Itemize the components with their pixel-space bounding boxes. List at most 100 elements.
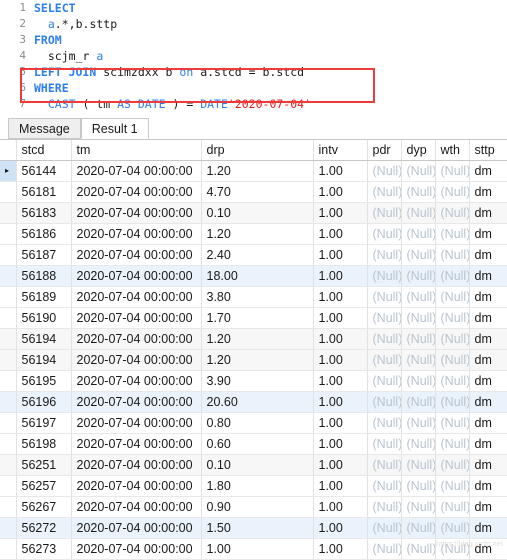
cell-stcd[interactable]: 56272 (16, 517, 72, 539)
cell-wth[interactable]: (Null) (435, 349, 470, 371)
cell-drp[interactable]: 4.70 (201, 181, 314, 203)
code-line-2[interactable]: 2 a.*,b.sttp (0, 16, 507, 32)
cell-stcd[interactable]: 56187 (16, 244, 72, 266)
row-current-marker[interactable] (0, 433, 17, 455)
tab-message[interactable]: Message (8, 118, 81, 139)
cell-tm[interactable]: 2020-07-04 00:00:00 (71, 286, 202, 308)
cell-pdr[interactable]: (Null) (367, 286, 402, 308)
cell-stcd[interactable]: 56181 (16, 181, 72, 203)
row-current-marker[interactable] (0, 244, 17, 266)
code-line-7[interactable]: 7 CAST ( tm AS DATE ) = DATE'2020-07-04' (0, 96, 507, 112)
cell-sttp[interactable]: dm (469, 223, 507, 245)
cell-wth[interactable]: (Null) (435, 244, 470, 266)
cell-pdr[interactable]: (Null) (367, 370, 402, 392)
cell-dyp[interactable]: (Null) (401, 202, 436, 224)
cell-stcd[interactable]: 56196 (16, 391, 72, 413)
row-current-marker[interactable] (0, 286, 17, 308)
cell-intv[interactable]: 1.00 (313, 328, 368, 350)
cell-tm[interactable]: 2020-07-04 00:00:00 (71, 517, 202, 539)
cell-stcd[interactable]: 56195 (16, 370, 72, 392)
column-header-tm[interactable]: tm (71, 140, 202, 161)
result-grid[interactable]: stcd tm drp intv pdr dyp wth sttp ▸ 56144… (0, 140, 507, 560)
cell-drp[interactable]: 0.60 (201, 433, 314, 455)
column-header-intv[interactable]: intv (313, 140, 368, 161)
cell-sttp[interactable]: dm (469, 328, 507, 350)
cell-pdr[interactable]: (Null) (367, 517, 402, 539)
cell-tm[interactable]: 2020-07-04 00:00:00 (71, 370, 202, 392)
code-line-3[interactable]: 3 FROM (0, 32, 507, 48)
table-row[interactable]: 56273 2020-07-04 00:00:00 1.00 1.00 (Null) (N… (0, 538, 507, 560)
cell-pdr[interactable]: (Null) (367, 433, 402, 455)
row-current-marker[interactable] (0, 328, 17, 350)
cell-pdr[interactable]: (Null) (367, 223, 402, 245)
cell-tm[interactable]: 2020-07-04 00:00:00 (71, 475, 202, 497)
column-header-sttp[interactable]: sttp (469, 140, 507, 161)
cell-dyp[interactable]: (Null) (401, 265, 436, 287)
sql-editor[interactable]: 1 SELECT 2 a.*,b.sttp 3 FROM 4 scjm_r a 5 LEFT … (0, 0, 507, 118)
cell-intv[interactable]: 1.00 (313, 265, 368, 287)
cell-dyp[interactable]: (Null) (401, 160, 436, 182)
cell-dyp[interactable]: (Null) (401, 370, 436, 392)
cell-stcd[interactable]: 56194 (16, 349, 72, 371)
cell-stcd[interactable]: 56257 (16, 475, 72, 497)
cell-sttp[interactable]: dm (469, 538, 507, 560)
cell-pdr[interactable]: (Null) (367, 202, 402, 224)
cell-stcd[interactable]: 56144 (16, 160, 72, 182)
cell-pdr[interactable]: (Null) (367, 538, 402, 560)
cell-drp[interactable]: 1.20 (201, 349, 314, 371)
row-current-marker[interactable] (0, 391, 17, 413)
cell-pdr[interactable]: (Null) (367, 391, 402, 413)
cell-tm[interactable]: 2020-07-04 00:00:00 (71, 454, 202, 476)
cell-stcd[interactable]: 56251 (16, 454, 72, 476)
cell-stcd[interactable]: 56190 (16, 307, 72, 329)
cell-pdr[interactable]: (Null) (367, 265, 402, 287)
cell-drp[interactable]: 1.70 (201, 307, 314, 329)
table-row[interactable]: 56189 2020-07-04 00:00:00 3.80 1.00 (Null) (N… (0, 286, 507, 308)
row-current-marker[interactable] (0, 454, 17, 476)
cell-intv[interactable]: 1.00 (313, 412, 368, 434)
cell-pdr[interactable]: (Null) (367, 307, 402, 329)
cell-stcd[interactable]: 56186 (16, 223, 72, 245)
cell-sttp[interactable]: dm (469, 517, 507, 539)
cell-intv[interactable]: 1.00 (313, 391, 368, 413)
cell-wth[interactable]: (Null) (435, 307, 470, 329)
cell-sttp[interactable]: dm (469, 307, 507, 329)
cell-intv[interactable]: 1.00 (313, 433, 368, 455)
cell-wth[interactable]: (Null) (435, 160, 470, 182)
row-current-marker[interactable] (0, 475, 17, 497)
table-row[interactable]: ▸ 56144 2020-07-04 00:00:00 1.20 1.00 (Null)(… (0, 160, 507, 182)
cell-dyp[interactable]: (Null) (401, 454, 436, 476)
cell-pdr[interactable]: (Null) (367, 412, 402, 434)
cell-intv[interactable]: 1.00 (313, 160, 368, 182)
cell-tm[interactable]: 2020-07-04 00:00:00 (71, 391, 202, 413)
cell-intv[interactable]: 1.00 (313, 538, 368, 560)
cell-drp[interactable]: 0.10 (201, 454, 314, 476)
cell-drp[interactable]: 0.10 (201, 202, 314, 224)
cell-wth[interactable]: (Null) (435, 202, 470, 224)
cell-stcd[interactable]: 56198 (16, 433, 72, 455)
cell-intv[interactable]: 1.00 (313, 454, 368, 476)
cell-sttp[interactable]: dm (469, 454, 507, 476)
cell-intv[interactable]: 1.00 (313, 223, 368, 245)
cell-pdr[interactable]: (Null) (367, 244, 402, 266)
cell-drp[interactable]: 1.00 (201, 538, 314, 560)
row-current-marker[interactable] (0, 181, 17, 203)
cell-drp[interactable]: 1.20 (201, 223, 314, 245)
table-row[interactable]: 56188 2020-07-04 00:00:00 18.00 1.00 (Null)(… (0, 265, 507, 287)
cell-tm[interactable]: 2020-07-04 00:00:00 (71, 433, 202, 455)
table-row[interactable]: 56195 2020-07-04 00:00:00 3.90 1.00 (Null) (N… (0, 370, 507, 392)
cell-wth[interactable]: (Null) (435, 181, 470, 203)
table-row[interactable]: 56186 2020-07-04 00:00:00 1.20 1.00 (Null) (N… (0, 223, 507, 245)
cell-tm[interactable]: 2020-07-04 00:00:00 (71, 307, 202, 329)
cell-tm[interactable]: 2020-07-04 00:00:00 (71, 202, 202, 224)
cell-sttp[interactable]: dm (469, 370, 507, 392)
cell-pdr[interactable]: (Null) (367, 160, 402, 182)
sql-code-area[interactable]: 1 SELECT 2 a.*,b.sttp 3 FROM 4 scjm_r a 5 LEFT … (0, 0, 507, 112)
row-current-marker[interactable] (0, 517, 17, 539)
cell-drp[interactable]: 1.80 (201, 475, 314, 497)
cell-tm[interactable]: 2020-07-04 00:00:00 (71, 412, 202, 434)
cell-tm[interactable]: 2020-07-04 00:00:00 (71, 538, 202, 560)
cell-dyp[interactable]: (Null) (401, 223, 436, 245)
cell-wth[interactable]: (Null) (435, 286, 470, 308)
table-row[interactable]: 56251 2020-07-04 00:00:00 0.10 1.00 (Null) (N… (0, 454, 507, 476)
